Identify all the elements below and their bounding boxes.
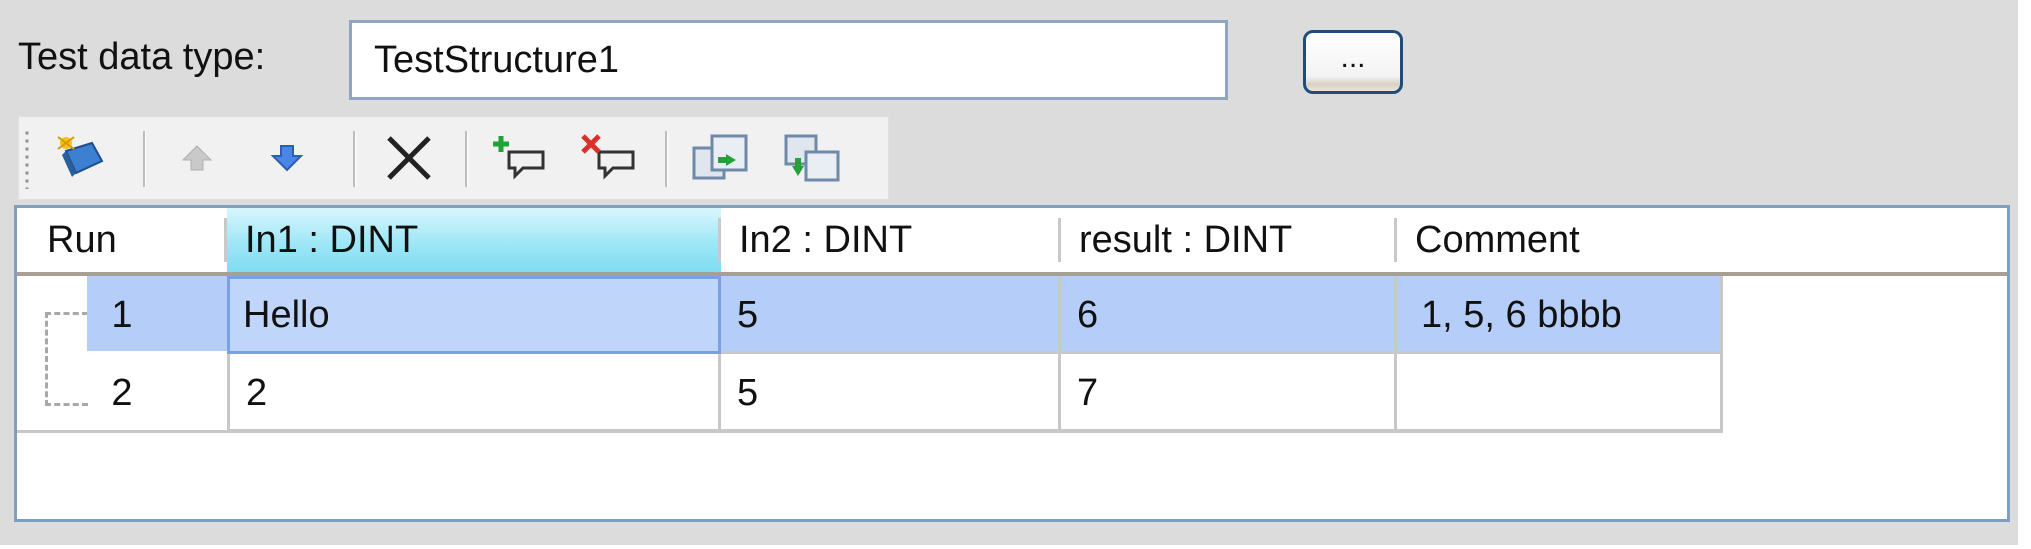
browse-button[interactable]: ... — [1303, 30, 1403, 94]
test-data-type-label: Test data type: — [18, 36, 266, 78]
toolbar-separator — [143, 131, 146, 187]
edit-structure-icon[interactable] — [45, 123, 113, 193]
cell-in2[interactable]: 5 — [721, 276, 1061, 354]
column-header-in1[interactable]: In1 : DINT — [227, 208, 721, 272]
cell-result[interactable]: 6 — [1061, 276, 1397, 354]
run-number: 2 — [111, 372, 133, 414]
grid-header: Run In1 : DINT In2 : DINT result : DINT … — [17, 208, 2007, 276]
cell-comment[interactable]: 1, 5, 6 bbbb — [1397, 276, 1723, 354]
toolbar-separator — [353, 131, 356, 187]
toolbar-grip[interactable] — [25, 129, 29, 189]
toolbar-separator — [665, 131, 668, 187]
remove-row-icon[interactable] — [575, 123, 643, 193]
grid-toolbar — [18, 116, 889, 200]
test-data-type-field[interactable] — [349, 20, 1228, 100]
move-down-icon[interactable] — [253, 123, 321, 193]
test-data-panel: Test data type: ... — [0, 0, 2018, 545]
column-header-comment[interactable]: Comment — [1397, 208, 1717, 272]
cell-in2[interactable]: 5 — [721, 354, 1061, 432]
copy-icon[interactable] — [687, 123, 755, 193]
run-number: 1 — [111, 294, 133, 336]
toolbar-separator — [465, 131, 468, 187]
cell-comment[interactable] — [1397, 354, 1723, 432]
table-row[interactable]: 2 2 5 7 — [17, 354, 1723, 434]
column-header-in2[interactable]: In2 : DINT — [721, 208, 1061, 272]
column-header-run[interactable]: Run — [29, 208, 227, 272]
move-up-icon[interactable] — [163, 123, 231, 193]
paste-icon[interactable] — [779, 123, 847, 193]
column-header-result[interactable]: result : DINT — [1061, 208, 1397, 272]
cell-result[interactable]: 7 — [1061, 354, 1397, 432]
row-divider — [17, 430, 1723, 433]
table-row[interactable]: 1 Hello 5 6 1, 5, 6 bbbb — [17, 276, 1723, 356]
test-data-grid: Run In1 : DINT In2 : DINT result : DINT … — [14, 205, 2010, 522]
cell-in1[interactable]: Hello — [227, 276, 721, 354]
delete-icon[interactable] — [375, 123, 443, 193]
add-row-icon[interactable] — [485, 123, 553, 193]
cell-in1[interactable]: 2 — [227, 354, 721, 432]
